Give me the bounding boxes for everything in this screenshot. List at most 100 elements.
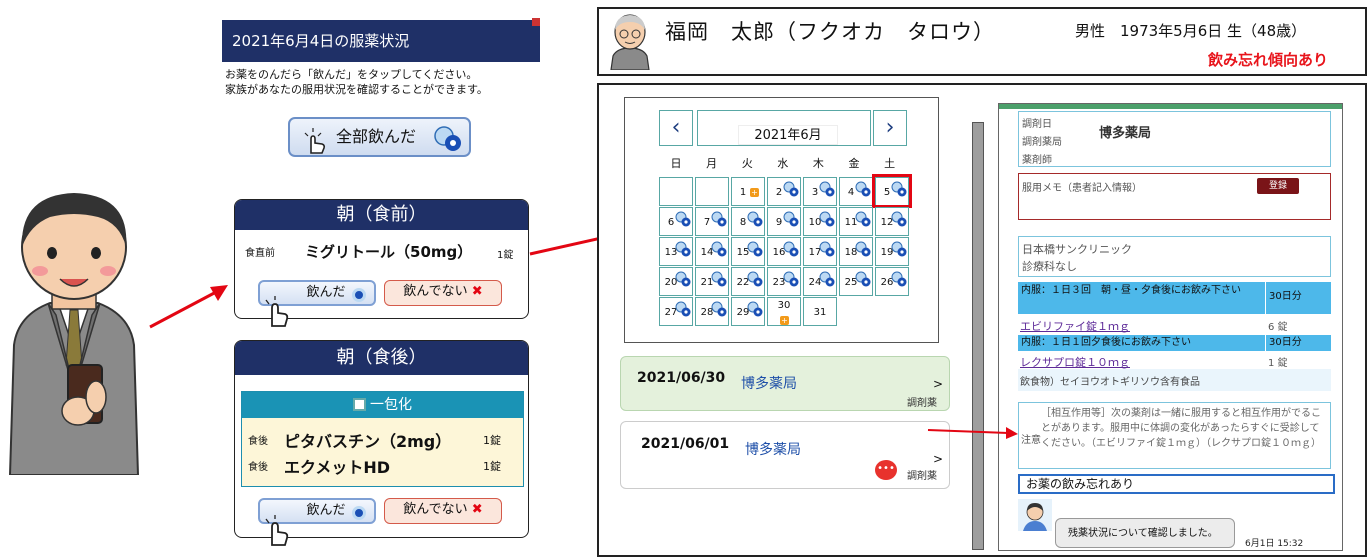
calendar-day[interactable]: 4 [839, 177, 873, 206]
calendar-day[interactable]: 9 [767, 207, 801, 236]
calendar-day[interactable]: 7 [695, 207, 729, 236]
calendar-day[interactable]: 15 [731, 237, 765, 266]
calendar-day[interactable]: 12 [875, 207, 909, 236]
pill-icon [891, 271, 907, 287]
plus-badge-icon: + [750, 188, 759, 197]
calendar-day[interactable]: 16 [767, 237, 801, 266]
instruction-line: 家族があなたの服用状況を確認することができます。 [225, 83, 488, 96]
calendar-day[interactable]: 6 [659, 207, 693, 236]
calendar-day[interactable]: 14 [695, 237, 729, 266]
calendar-day[interactable]: 31 [803, 297, 837, 326]
pill-icon [855, 181, 871, 197]
history-type: 調剤薬 [907, 471, 937, 482]
drug-name: ピタバスチン（2mg） [284, 432, 452, 451]
not-taken-button[interactable]: 飲んでない ✖ [384, 280, 502, 306]
calendar-grid: 1 +2 3 4 5 6 7 8 9 10 11 12 13 14 15 16 17 18 19 20 21 22 23 24… [659, 174, 912, 327]
calendar-day[interactable]: 2 [767, 177, 801, 206]
arrow-icon [149, 285, 228, 329]
pill-icon [675, 211, 691, 227]
taken-label: 飲んだ [306, 503, 346, 518]
not-taken-button[interactable]: 飲んでない ✖ [384, 498, 502, 524]
next-month-button[interactable]: › [873, 110, 907, 146]
list-item: 食後 エクメットHD 1錠 [248, 454, 518, 477]
pill-icon [891, 211, 907, 227]
weekday-row: 日 月 火 水 木 金 土 [659, 155, 909, 171]
register-button[interactable]: 登録 [1257, 178, 1299, 194]
weekday-label: 火 [741, 157, 753, 170]
chat-timestamp: 6月1日 15:32 [1245, 539, 1304, 549]
label-pharmacy: 調剤薬局 [1022, 137, 1062, 148]
scrollbar[interactable] [972, 122, 984, 550]
dispense-info: 調剤日 調剤薬局 薬剤師 博多薬局 [1018, 111, 1331, 167]
drug-link[interactable]: レクサプロ錠１０ｍｇ [1020, 354, 1130, 370]
calendar-day[interactable]: 27 [659, 297, 693, 326]
calendar-day[interactable]: 29 [731, 297, 765, 326]
tap-hand-icon [265, 515, 289, 546]
calendar-day[interactable]: 19 [875, 237, 909, 266]
forgot-input[interactable]: お薬の飲み忘れあり [1018, 474, 1335, 494]
patient-info: 男性 1973年5月6日 生（48歳） [1075, 22, 1307, 40]
calendar-day-number: 2 [775, 187, 783, 198]
pill-icon [675, 241, 691, 257]
timing-label: 食後 [248, 436, 268, 447]
calendar-day[interactable]: 13 [659, 237, 693, 266]
weekday-label: 月 [706, 157, 718, 170]
calendar-day[interactable]: 21 [695, 267, 729, 296]
weekday-label: 木 [812, 157, 824, 170]
calendar-day[interactable]: 10 [803, 207, 837, 236]
taken-label: 飲んだ [306, 285, 346, 300]
card-header: 朝（食後） [235, 341, 528, 375]
weekday-label: 土 [884, 157, 896, 170]
pill-icon [819, 181, 835, 197]
rx-header: 内服：１日３回 朝・昼・夕食後にお飲み下さい [1018, 282, 1265, 314]
history-item[interactable]: 2021/06/01 博多薬局 > ••• 調剤薬 [620, 421, 950, 489]
calendar-day[interactable]: 17 [803, 237, 837, 266]
caution-box: 注意 ［相互作用等］次の薬剤は一緒に服用すると相互作用がでることがあります。服用… [1018, 402, 1331, 469]
history-type: 調剤薬 [907, 398, 937, 409]
calendar-day[interactable]: 28 [695, 297, 729, 326]
calendar-day[interactable]: 18 [839, 237, 873, 266]
medication-card-morning-after: 朝（食後） 一包化 食後 ピタバスチン（2mg） 1錠 食後 エクメットHD 1… [234, 340, 529, 538]
pill-icon [352, 288, 366, 302]
calendar-day[interactable] [695, 177, 729, 206]
calendar-day-number: 8 [739, 217, 747, 228]
calendar-day[interactable]: 30 + [767, 297, 801, 326]
calendar-day-number: 31 [813, 307, 827, 318]
calendar-day[interactable]: 1 + [731, 177, 765, 206]
drug-link[interactable]: エビリファイ錠１ｍｇ [1020, 318, 1130, 334]
calendar-day[interactable]: 11 [839, 207, 873, 236]
memo-label: 服用メモ（患者記入情報） [1022, 183, 1142, 194]
pill-icon [819, 271, 835, 287]
warning-badge: 飲み忘れ傾向あり [1208, 51, 1329, 69]
pack-header: 一包化 [242, 392, 523, 418]
weekday-label: 金 [848, 157, 860, 170]
calendar-day[interactable]: 23 [767, 267, 801, 296]
pill-icon [675, 301, 691, 317]
instruction-line: お薬をのんだら「飲んだ」をタップしてください。 [225, 68, 478, 81]
rx-header: 内服：１日１回夕食後にお飲み下さい [1018, 335, 1265, 351]
food-interaction: 飲食物）セイヨウオトギリソウ含有食品 [1018, 369, 1331, 391]
pill-icon [783, 241, 799, 257]
not-taken-label: 飲んでない [403, 284, 468, 299]
not-taken-label: 飲んでない [403, 502, 468, 517]
drug-qty: 1 錠 [1268, 358, 1288, 369]
cross-icon: ✖ [471, 502, 483, 517]
prev-month-button[interactable]: ‹ [659, 110, 693, 146]
calendar-header: 2021年6月 [697, 110, 871, 146]
all-taken-button[interactable]: 全部飲んだ [288, 117, 471, 157]
history-pharmacy: 博多薬局 [741, 376, 797, 392]
calendar-day[interactable]: 22 [731, 267, 765, 296]
calendar-day[interactable]: 8 [731, 207, 765, 236]
label-date: 調剤日 [1022, 119, 1052, 130]
history-item[interactable]: 2021/06/30 博多薬局 > 調剤薬 [620, 356, 950, 411]
drug-dose: 1錠 [497, 250, 514, 261]
calendar-day[interactable]: 20 [659, 267, 693, 296]
calendar-day[interactable]: 24 [803, 267, 837, 296]
calendar-day[interactable]: 3 [803, 177, 837, 206]
calendar-day[interactable]: 5 [872, 174, 912, 208]
calendar-day[interactable]: 25 [839, 267, 873, 296]
calendar-day[interactable]: 26 [875, 267, 909, 296]
plus-badge-icon: + [780, 316, 789, 325]
close-icon[interactable] [532, 18, 540, 26]
calendar-day[interactable] [659, 177, 693, 206]
